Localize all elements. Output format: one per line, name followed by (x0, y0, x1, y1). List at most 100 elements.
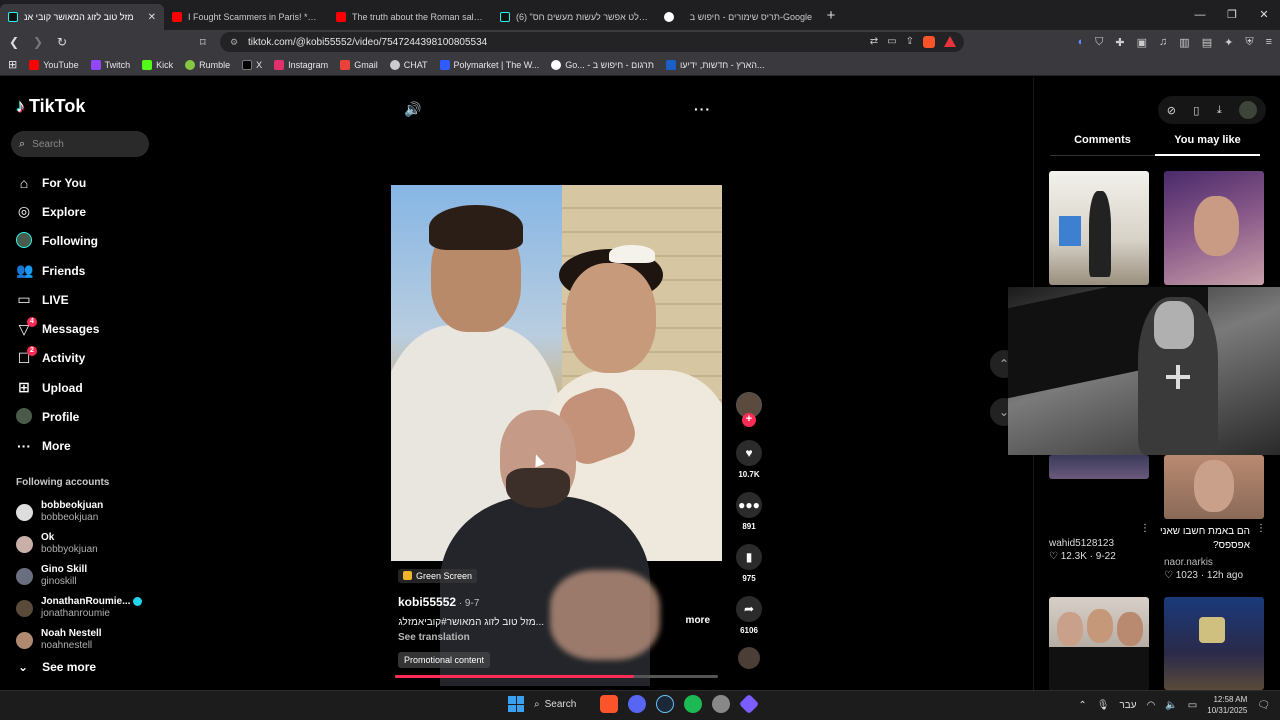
save-button[interactable]: ▮ (736, 544, 762, 570)
video-progress-bar[interactable] (395, 675, 718, 678)
shield-icon[interactable]: ⛨ (1245, 36, 1253, 49)
suggested-video-2[interactable] (1164, 171, 1264, 285)
suggested-video-3-menu-icon[interactable]: ⋮ (1140, 523, 1150, 534)
green-screen-tag[interactable]: Green Screen (398, 568, 478, 583)
menu-explore[interactable]: ◎ Explore (16, 197, 99, 226)
caption-more-button[interactable]: more (686, 615, 710, 626)
volume-icon[interactable]: 🔊 (404, 101, 421, 118)
suggested-video-5[interactable] (1049, 597, 1149, 690)
wifi-icon[interactable]: ◠ (1147, 700, 1156, 711)
browser-tab-youtube-2[interactable]: The truth about the Roman salute # (328, 4, 492, 30)
discord-app-icon[interactable] (628, 695, 646, 713)
tab-you-may-like[interactable]: You may like (1155, 134, 1260, 156)
browser-tab-youtube-1[interactable]: I Fought Scammers in Paris! *attacke (164, 4, 328, 30)
menu-following[interactable]: Following (16, 227, 99, 256)
bookmark-instagram[interactable]: Instagram (274, 59, 328, 70)
minimize-icon[interactable]: — (1184, 0, 1216, 30)
music-disc-icon[interactable] (738, 647, 760, 669)
download-icon[interactable]: ⤓ (1217, 104, 1222, 117)
app-icon[interactable] (738, 693, 760, 715)
brave-app-icon[interactable] (600, 695, 618, 713)
battery-icon[interactable]: ▭ (1188, 700, 1197, 711)
menu-activity[interactable]: ☐ 2 Activity (16, 344, 99, 373)
site-info-icon[interactable]: ⚙ (230, 37, 238, 48)
bookmark-chat[interactable]: CHAT (389, 59, 428, 70)
menu-live[interactable]: ▭ LIVE (16, 285, 99, 314)
new-tab-button[interactable]: + (820, 7, 842, 24)
browser-tab-google[interactable]: תריס שימורים - חיפוש ב-Google (656, 4, 820, 30)
browser-tab-tiktok-active[interactable]: מזל טוב לזוג המאושר קובי אנ ✕ (0, 4, 164, 30)
menu-friends[interactable]: 👥 Friends (16, 256, 99, 285)
language-indicator[interactable]: עבר (1119, 700, 1136, 711)
profile-avatar[interactable] (1239, 101, 1258, 119)
vpn-icon[interactable]: ⛉ (1095, 36, 1103, 49)
apps-grid-icon[interactable]: ⊞ (8, 58, 17, 71)
wallet2-icon[interactable]: ▤ (1202, 36, 1212, 49)
brave-shields-icon[interactable] (923, 36, 935, 48)
volume-tray-icon[interactable]: 🔈 (1165, 700, 1177, 711)
following-account-item[interactable]: Noah Nestell noahnestell (16, 624, 142, 656)
suggested-video-4-menu-icon[interactable]: ⋮ (1256, 523, 1266, 534)
comment-button[interactable]: ●●● (736, 492, 762, 518)
menu-icon[interactable]: ≡ (1266, 36, 1272, 49)
forward-icon[interactable]: ❯ (28, 35, 48, 49)
search-input[interactable]: ⌕ Search (11, 131, 149, 157)
cast-icon[interactable]: ▭ (887, 36, 896, 48)
bookmark-polymarket[interactable]: Polymarket | The W... (439, 59, 539, 70)
following-account-item[interactable]: Ok bobbyokjuan (16, 528, 142, 560)
windows-start-icon[interactable] (508, 696, 524, 712)
spotify-app-icon[interactable] (684, 695, 702, 713)
bookmark-rumble[interactable]: Rumble (185, 59, 230, 70)
restore-icon[interactable]: ❐ (1216, 0, 1248, 30)
leo-icon[interactable]: ✦ (1224, 36, 1233, 49)
share-icon[interactable]: ⇪ (906, 36, 914, 48)
follow-plus-icon[interactable]: + (742, 413, 756, 427)
share-button[interactable]: ➦ (736, 596, 762, 622)
bookmark-haaretz[interactable]: הארץ - חדשות, ידיעו... (665, 59, 764, 70)
suggested-video-4[interactable] (1164, 455, 1264, 519)
clock[interactable]: 12:58 AM 10/31/2025 (1207, 694, 1247, 716)
bookmark-icon[interactable]: ⌑ (200, 36, 206, 49)
steam-app-icon[interactable] (656, 695, 674, 713)
suggested-video-4-author[interactable]: naor.narkis (1164, 557, 1213, 568)
address-bar[interactable]: ⌑ ⚙ tiktok.com/@kobi55552/video/75472443… (200, 32, 964, 52)
wallet-icon[interactable]: ◖ (1077, 36, 1084, 49)
bookmark-gmail[interactable]: Gmail (340, 59, 378, 70)
chrome-app-icon[interactable] (712, 695, 730, 713)
tab-comments[interactable]: Comments (1050, 134, 1155, 156)
suggested-video-1[interactable] (1049, 171, 1149, 285)
back-icon[interactable]: ❮ (4, 35, 24, 49)
suggested-video-3-author[interactable]: wahid5128123 (1049, 538, 1114, 549)
close-window-icon[interactable]: ✕ (1248, 0, 1280, 30)
taskbar-search[interactable]: ⌕ Search (534, 699, 590, 710)
following-account-item[interactable]: bobbeokjuan bobbeokjuan (16, 496, 142, 528)
tray-chevron-icon[interactable]: ⌃ (1078, 700, 1086, 711)
menu-upload[interactable]: ⊞ Upload (16, 373, 99, 402)
menu-messages[interactable]: ▽ 4 Messages (16, 314, 99, 343)
screenshot-icon[interactable]: ▣ (1137, 36, 1147, 49)
see-translation-link[interactable]: See translation (398, 632, 718, 643)
notifications-icon[interactable]: 🗨 (1257, 700, 1270, 711)
menu-profile[interactable]: Profile (16, 402, 99, 431)
coin-icon[interactable]: ⊘ (1167, 104, 1176, 117)
bookmark-youtube[interactable]: YouTube (29, 59, 79, 70)
see-more-button[interactable]: ⌄ See more (18, 660, 96, 674)
sidebar-icon[interactable]: ▥ (1179, 36, 1189, 49)
suggested-video-6[interactable] (1164, 597, 1264, 690)
tiktok-logo[interactable]: ♪ TikTok (16, 96, 85, 117)
bookmark-google-translate[interactable]: Go... - תרגום - חיפוש ב (551, 59, 654, 70)
menu-for-you[interactable]: ⌂ For You (16, 168, 99, 197)
like-button[interactable]: ♥ (736, 440, 762, 466)
close-tab-icon[interactable]: ✕ (148, 12, 156, 23)
bookmark-x[interactable]: X (242, 59, 262, 70)
browser-tab-tiktok-2[interactable]: (6) "בהחלט אפשר לעשות מעשים חס (492, 4, 656, 30)
following-account-item[interactable]: JonathanRoumie... jonathanroumie (16, 592, 143, 624)
promotional-content-badge[interactable]: Promotional content (398, 652, 491, 668)
suggested-video-3[interactable] (1049, 455, 1149, 479)
video-author[interactable]: kobi55552 · 9-7 (398, 595, 718, 609)
bookmark-kick[interactable]: Kick (142, 59, 173, 70)
media-icon[interactable]: ♫ (1159, 36, 1167, 49)
following-account-item[interactable]: Gino Skill ginoskill (16, 560, 142, 592)
extensions-icon[interactable]: ✚ (1115, 36, 1124, 49)
reload-icon[interactable]: ↻ (52, 35, 72, 49)
